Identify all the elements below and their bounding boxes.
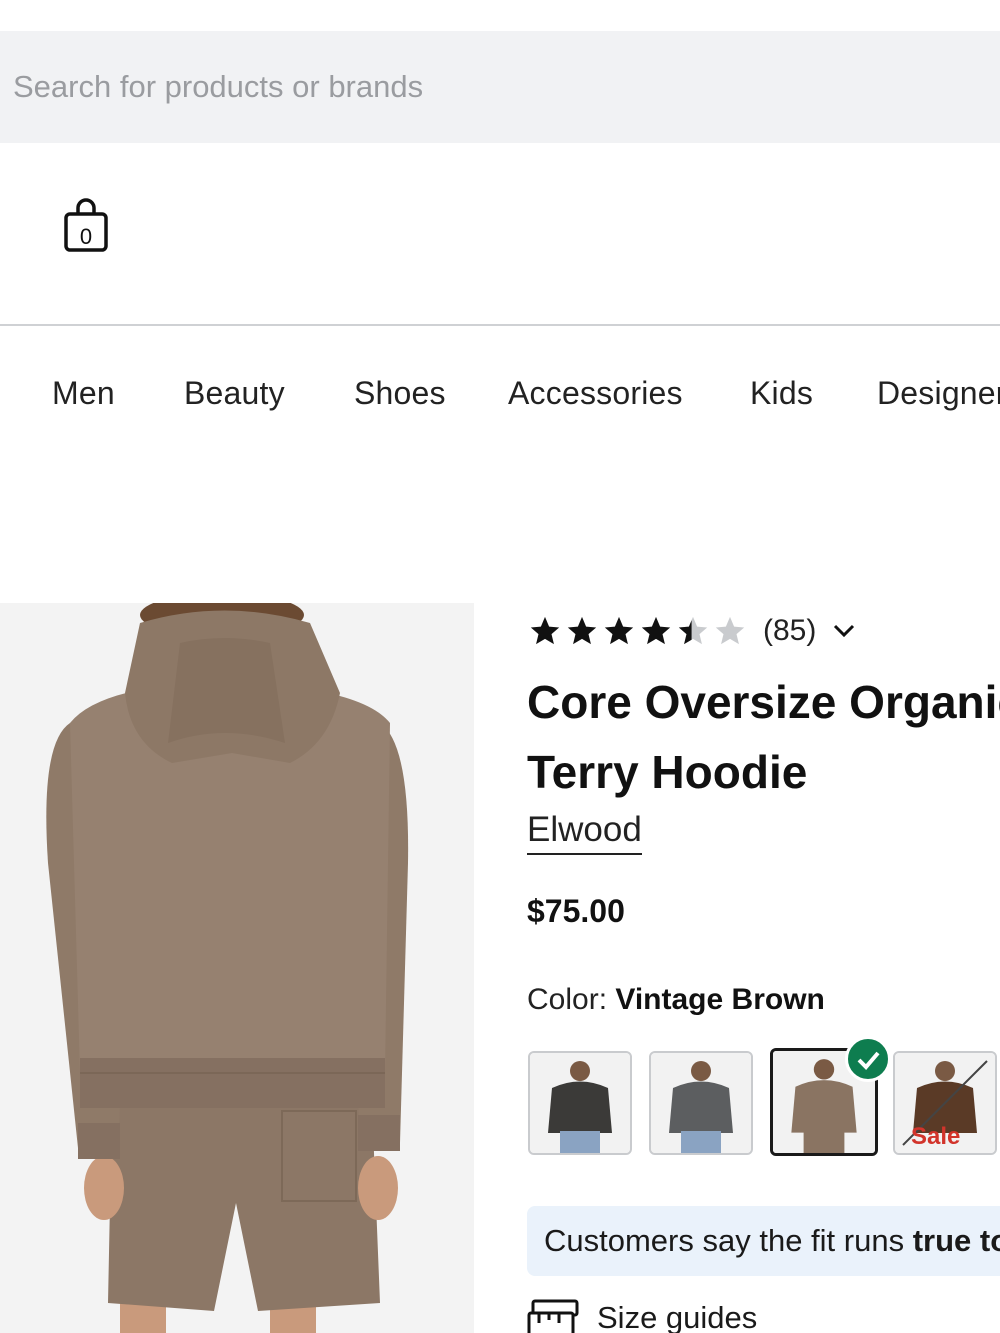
size-guides-link[interactable]: Size guides xyxy=(527,1298,757,1333)
star-filled-icon xyxy=(567,616,597,645)
star-empty-icon xyxy=(715,616,745,645)
sale-badge: Sale xyxy=(911,1123,961,1150)
swatch-grey[interactable] xyxy=(649,1051,753,1155)
review-count: (85) xyxy=(763,614,817,647)
swatch-thumb xyxy=(651,1053,751,1153)
fit-banner: Customers say the fit runs true to size xyxy=(527,1206,1000,1276)
product-title-line2: Terry Hoodie xyxy=(527,746,808,798)
rating-stars xyxy=(527,614,749,648)
nav-item-beauty[interactable]: Beauty xyxy=(184,375,285,412)
search-bar xyxy=(0,31,1000,143)
header-divider xyxy=(0,324,1000,326)
swatch-black[interactable] xyxy=(528,1051,632,1155)
product-info: (85) Core Oversize Organic Terry Hoodie … xyxy=(527,603,1000,1333)
color-swatches: Sale xyxy=(527,1036,1000,1158)
product-image[interactable] xyxy=(0,603,474,1333)
fit-prefix: Customers say the fit runs xyxy=(544,1223,905,1258)
nav-item-men[interactable]: Men xyxy=(52,375,115,412)
category-nav: Men Beauty Shoes Accessories Kids Design… xyxy=(0,375,1000,431)
price: $75.00 xyxy=(527,893,625,929)
color-selection-label: Color: Vintage Brown xyxy=(527,983,825,1017)
fit-text: Customers say the fit runs true to size xyxy=(544,1223,1000,1259)
product-title: Core Oversize Organic Terry Hoodie xyxy=(527,667,1000,807)
shopping-bag-button[interactable]: 0 xyxy=(62,198,110,254)
star-filled-icon xyxy=(530,616,560,645)
swatch-brown-sale[interactable]: Sale xyxy=(893,1051,997,1155)
bag-count: 0 xyxy=(80,224,92,249)
nav-item-shoes[interactable]: Shoes xyxy=(354,375,446,412)
nav-item-accessories[interactable]: Accessories xyxy=(508,375,683,412)
ruler-icon xyxy=(527,1299,579,1333)
star-half-icon xyxy=(678,616,708,645)
star-filled-icon xyxy=(641,616,671,645)
shopping-bag-icon: 0 xyxy=(64,198,108,252)
color-value: Vintage Brown xyxy=(615,983,825,1016)
swatch-thumb xyxy=(530,1053,630,1153)
chevron-down-icon xyxy=(834,624,855,638)
hoodie-back-photo xyxy=(0,603,474,1333)
nav-item-designer[interactable]: Designer xyxy=(877,375,1000,412)
star-filled-icon xyxy=(604,616,634,645)
nav-item-kids[interactable]: Kids xyxy=(750,375,813,412)
rating[interactable]: (85) xyxy=(527,611,856,651)
selected-check-icon xyxy=(845,1036,891,1082)
color-label: Color: xyxy=(527,983,608,1016)
fit-value: true to size xyxy=(912,1223,1000,1258)
brand-link[interactable]: Elwood xyxy=(527,809,642,855)
product-title-line1: Core Oversize Organic xyxy=(527,676,1000,728)
search-input[interactable] xyxy=(0,31,1000,143)
size-guides-label: Size guides xyxy=(597,1300,758,1333)
